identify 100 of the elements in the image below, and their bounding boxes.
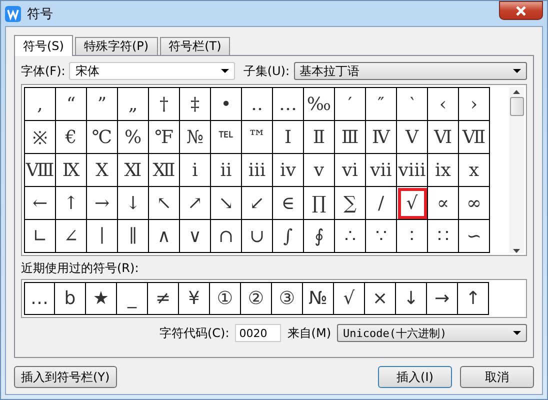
- symbol-cell[interactable]: ∑: [335, 187, 366, 220]
- symbol-cell[interactable]: ∵: [366, 220, 397, 253]
- recent-symbol-cell[interactable]: ↓: [396, 282, 427, 315]
- recent-symbol-cell[interactable]: b: [55, 282, 86, 315]
- symbol-cell[interactable]: ′: [335, 88, 366, 121]
- symbol-cell[interactable]: †: [149, 88, 180, 121]
- font-dropdown[interactable]: 宋体: [69, 62, 236, 80]
- symbol-cell[interactable]: ∽: [459, 220, 490, 253]
- encoding-dropdown[interactable]: Unicode(十六进制): [337, 324, 527, 342]
- scroll-down-icon[interactable]: [513, 249, 520, 253]
- symbol-cell[interactable]: ↗: [180, 187, 211, 220]
- symbol-cell[interactable]: •: [211, 88, 242, 121]
- symbol-cell[interactable]: …: [273, 88, 304, 121]
- symbol-cell[interactable]: ↓: [118, 187, 149, 220]
- symbol-cell[interactable]: ※: [25, 121, 56, 154]
- symbol-cell[interactable]: ↘: [211, 187, 242, 220]
- symbol-cell[interactable]: Ⅲ: [335, 121, 366, 154]
- symbol-cell[interactable]: Ⅷ: [25, 154, 56, 187]
- symbol-cell[interactable]: ‹: [428, 88, 459, 121]
- recent-symbol-cell[interactable]: ×: [365, 282, 396, 315]
- symbol-cell[interactable]: ⅸ: [428, 154, 459, 187]
- symbol-cell[interactable]: ∨: [180, 220, 211, 253]
- symbol-cell[interactable]: ⅲ: [242, 154, 273, 187]
- symbol-cell[interactable]: ‰: [304, 88, 335, 121]
- symbol-cell[interactable]: ‵: [397, 88, 428, 121]
- insert-button[interactable]: 插入(I): [378, 366, 452, 388]
- symbol-cell[interactable]: ↖: [149, 187, 180, 220]
- symbol-cell[interactable]: „: [118, 88, 149, 121]
- symbol-cell[interactable]: ⅴ: [304, 154, 335, 187]
- symbol-cell[interactable]: ‡: [180, 88, 211, 121]
- symbol-cell[interactable]: €: [56, 121, 87, 154]
- subset-dropdown[interactable]: 基本拉丁语: [294, 62, 527, 80]
- char-code-field[interactable]: 0020: [235, 324, 282, 342]
- symbol-cell[interactable]: ″: [366, 88, 397, 121]
- symbol-cell[interactable]: %: [118, 121, 149, 154]
- symbol-cell[interactable]: ∫: [273, 220, 304, 253]
- symbol-cell[interactable]: №: [180, 121, 211, 154]
- recent-symbol-cell[interactable]: ①: [210, 282, 241, 315]
- symbol-cell[interactable]: ⅷ: [397, 154, 428, 187]
- recent-symbol-cell[interactable]: ↑: [458, 282, 489, 315]
- symbol-cell[interactable]: ⅳ: [273, 154, 304, 187]
- tab[interactable]: 特殊字符(P): [74, 37, 158, 55]
- symbol-cell[interactable]: ∷: [428, 220, 459, 253]
- symbol-cell[interactable]: ⅰ: [180, 154, 211, 187]
- symbol-cell[interactable]: ℃: [87, 121, 118, 154]
- symbol-cell[interactable]: ‥: [242, 88, 273, 121]
- recent-symbol-cell[interactable]: ¥: [179, 282, 210, 315]
- symbol-cell[interactable]: Ⅵ: [428, 121, 459, 154]
- symbol-cell[interactable]: ™: [242, 121, 273, 154]
- symbol-cell[interactable]: ↑: [56, 187, 87, 220]
- symbol-cell[interactable]: ∮: [304, 220, 335, 253]
- recent-symbol-cell[interactable]: ③: [272, 282, 303, 315]
- tab[interactable]: 符号(S): [14, 35, 73, 56]
- recent-symbol-cell[interactable]: ★: [86, 282, 117, 315]
- close-button[interactable]: [499, 1, 543, 20]
- symbol-cell[interactable]: ∪: [242, 220, 273, 253]
- symbol-cell[interactable]: ∥: [118, 220, 149, 253]
- tab[interactable]: 符号栏(T): [160, 37, 230, 55]
- symbol-cell[interactable]: Ⅴ: [397, 121, 428, 154]
- scrollbar[interactable]: [509, 87, 524, 253]
- symbol-cell[interactable]: ∝: [428, 187, 459, 220]
- insert-to-bar-button[interactable]: 插入到符号栏(Y): [14, 366, 117, 388]
- symbol-cell[interactable]: Ⅶ: [459, 121, 490, 154]
- symbol-cell[interactable]: ⅹ: [459, 154, 490, 187]
- symbol-cell[interactable]: ∠: [56, 220, 87, 253]
- scroll-up-icon[interactable]: [513, 90, 520, 94]
- symbol-cell[interactable]: ∟: [25, 220, 56, 253]
- symbol-cell[interactable]: ∧: [149, 220, 180, 253]
- recent-symbol-cell[interactable]: →: [427, 282, 458, 315]
- symbol-cell[interactable]: →: [87, 187, 118, 220]
- symbol-cell[interactable]: ∏: [304, 187, 335, 220]
- symbol-cell[interactable]: ↙: [242, 187, 273, 220]
- symbol-cell[interactable]: ⅵ: [335, 154, 366, 187]
- symbol-cell[interactable]: ℡: [211, 121, 242, 154]
- symbol-cell[interactable]: Ⅳ: [366, 121, 397, 154]
- symbol-cell[interactable]: ←: [25, 187, 56, 220]
- symbol-cell[interactable]: ∣: [87, 220, 118, 253]
- symbol-cell[interactable]: ,: [25, 88, 56, 121]
- scrollbar-thumb[interactable]: [510, 97, 524, 116]
- symbol-cell[interactable]: Ⅻ: [149, 154, 180, 187]
- symbol-cell[interactable]: ∕: [366, 187, 397, 220]
- symbol-cell[interactable]: ℉: [149, 121, 180, 154]
- symbol-cell[interactable]: ⅶ: [366, 154, 397, 187]
- symbol-cell[interactable]: Ⅱ: [304, 121, 335, 154]
- recent-symbol-cell[interactable]: ≠: [148, 282, 179, 315]
- symbol-cell[interactable]: Ⅰ: [273, 121, 304, 154]
- symbol-cell[interactable]: ∩: [211, 220, 242, 253]
- recent-symbol-cell[interactable]: …: [24, 282, 55, 315]
- recent-symbol-cell[interactable]: √: [334, 282, 365, 315]
- recent-symbol-cell[interactable]: №: [303, 282, 334, 315]
- symbol-cell[interactable]: Ⅺ: [118, 154, 149, 187]
- symbol-cell[interactable]: ›: [459, 88, 490, 121]
- symbol-cell[interactable]: ∴: [335, 220, 366, 253]
- symbol-cell[interactable]: ∞: [459, 187, 490, 220]
- symbol-cell[interactable]: Ⅹ: [87, 154, 118, 187]
- cancel-button[interactable]: 取消: [460, 366, 534, 388]
- symbol-cell[interactable]: Ⅸ: [56, 154, 87, 187]
- symbol-cell[interactable]: ”: [87, 88, 118, 121]
- symbol-cell[interactable]: √: [397, 187, 428, 220]
- symbol-cell[interactable]: ⅱ: [211, 154, 242, 187]
